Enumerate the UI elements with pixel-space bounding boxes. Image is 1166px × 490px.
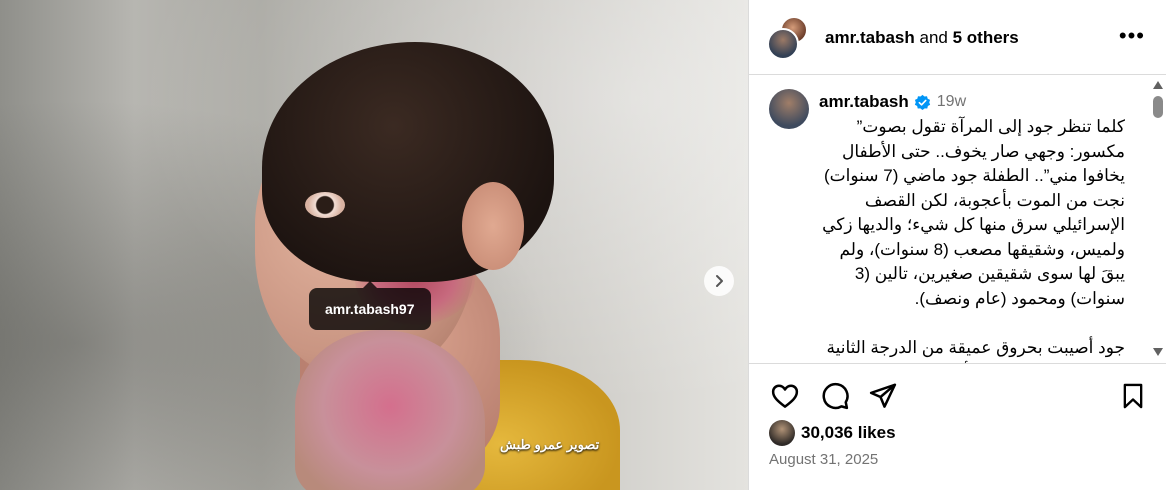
share-button[interactable]: [865, 376, 901, 416]
liker-avatar: [769, 420, 795, 446]
next-image-button[interactable]: [704, 266, 734, 296]
likes-row[interactable]: 30,036 likes: [769, 420, 896, 446]
caption-avatar[interactable]: [769, 89, 809, 129]
save-button[interactable]: [1115, 376, 1151, 416]
verified-badge-icon: [914, 94, 930, 110]
chevron-right-icon: [716, 275, 723, 287]
photo-eye: [305, 192, 345, 218]
and-text: and: [919, 28, 948, 47]
post-date[interactable]: August 31, 2025: [769, 451, 878, 468]
send-icon: [869, 383, 897, 408]
collab-names: amr.tabash and 5 others: [825, 28, 1019, 48]
caption-username[interactable]: amr.tabash: [819, 92, 909, 112]
caption-scroll-area[interactable]: amr.tabash 19w كلما تنظر جود إلى المرآة …: [749, 75, 1166, 364]
post-details-panel: amr.tabash and 5 others ••• amr.tabash 1…: [748, 0, 1166, 490]
photo-credit: تصوير عمرو طبش: [500, 437, 600, 452]
likes-count[interactable]: 30,036 likes: [801, 423, 896, 443]
action-bar: [749, 376, 1166, 416]
comment-icon: [822, 382, 849, 410]
comment-button[interactable]: [817, 376, 853, 416]
post-image[interactable]: amr.tabash97 تصوير عمرو طبش: [0, 0, 748, 490]
caption-scrollbar[interactable]: [1149, 75, 1166, 363]
like-button[interactable]: [767, 376, 803, 416]
user-tag[interactable]: amr.tabash97: [309, 281, 431, 330]
others-link[interactable]: 5 others: [953, 28, 1019, 47]
post-header: amr.tabash and 5 others •••: [749, 0, 1166, 75]
scroll-up-arrow-icon[interactable]: [1153, 81, 1163, 89]
photo-ear: [462, 182, 524, 270]
avatar: [767, 28, 799, 60]
scrollbar-thumb[interactable]: [1153, 96, 1163, 118]
more-horizontal-icon: •••: [1118, 23, 1145, 48]
collab-avatars[interactable]: [767, 16, 811, 60]
scroll-down-arrow-icon[interactable]: [1153, 348, 1163, 356]
post-time-ago[interactable]: 19w: [937, 93, 966, 111]
caption-header: amr.tabash 19w: [819, 92, 966, 112]
author-link[interactable]: amr.tabash: [825, 28, 915, 47]
user-tag-label: amr.tabash97: [325, 301, 415, 317]
more-options-button[interactable]: •••: [1118, 23, 1145, 48]
heart-icon: [771, 384, 799, 408]
bookmark-icon: [1123, 383, 1143, 409]
caption-text: كلما تنظر جود إلى المرآة تقول بصوت” مكسو…: [822, 117, 1125, 363]
